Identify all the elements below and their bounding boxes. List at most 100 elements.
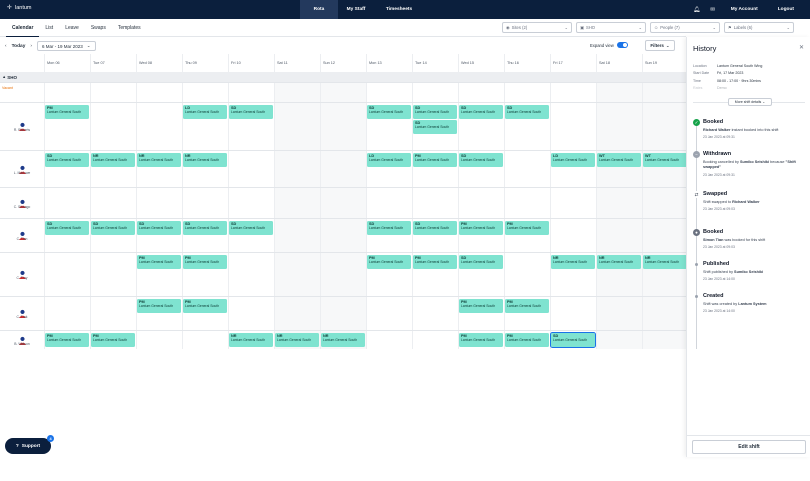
shift-card[interactable]: PM Lantum General South: [183, 299, 227, 313]
shift-card[interactable]: SD Lantum General South: [183, 221, 227, 235]
shift-card[interactable]: PM Lantum General South: [505, 221, 549, 235]
shift-card[interactable]: PM Lantum General South: [413, 255, 457, 269]
shift-location: Lantum General South: [461, 260, 496, 264]
tab-leave[interactable]: Leave: [59, 19, 85, 37]
employee-cell[interactable]: C. Troy: [2, 266, 42, 280]
shift-card[interactable]: SD Lantum General South: [413, 221, 457, 235]
shift-card[interactable]: PM Lantum General South: [367, 255, 411, 269]
support-button[interactable]: ? Support 4: [5, 435, 54, 454]
shift-details: Location Lantum General South Wing Start D…: [693, 62, 805, 92]
expand-view-toggle[interactable]: [616, 42, 628, 48]
next-period-chevron-icon[interactable]: ›: [30, 44, 32, 49]
shift-location: Lantum General South: [277, 338, 312, 342]
employee-cell[interactable]: C. Sinsago: [2, 195, 42, 209]
notifications-bell-icon[interactable]: 🔔︎: [689, 7, 705, 13]
tab-calendar[interactable]: Calendar: [6, 19, 40, 37]
shift-card[interactable]: SD Lantum General South: [413, 120, 457, 134]
shift-card[interactable]: PM Lantum General South: [91, 333, 135, 347]
filter-select-1[interactable]: ◉ Sites (2) ⌄: [502, 22, 572, 33]
shift-card[interactable]: SD Lantum General South: [45, 221, 89, 235]
day-header: Thu 09: [182, 54, 228, 72]
shift-location: Lantum General South: [415, 110, 450, 114]
filter-select-4[interactable]: ⚑ Labels (6) ⌄: [724, 22, 794, 33]
employee-cell[interactable]: R. Roberts: [2, 118, 42, 132]
shift-card[interactable]: SD Lantum General South: [459, 255, 503, 269]
shift-card[interactable]: NR Lantum General South: [137, 153, 181, 167]
filter-select-2[interactable]: ▣ SHO ⌄: [576, 22, 646, 33]
filter-selects: ◉ Sites (2) ⌄ ▣ SHO ⌄ ☺ People (7) ⌄ ⚑ Labels (6) ⌄: [502, 22, 794, 33]
shift-card[interactable]: SD Lantum General South: [550, 332, 596, 348]
shift-card[interactable]: PM Lantum General South: [45, 105, 89, 119]
shift-card[interactable]: NR Lantum General South: [275, 333, 319, 347]
support-label: Support: [21, 443, 41, 449]
shift-card[interactable]: NR Lantum General South: [551, 255, 595, 269]
close-icon[interactable]: ✕: [799, 44, 804, 51]
shift-card[interactable]: NR Lantum General South: [183, 153, 227, 167]
more-shift-details-button[interactable]: More shift details ⌄: [728, 98, 772, 106]
shift-card[interactable]: SD Lantum General South: [413, 105, 457, 119]
filter-select-3[interactable]: ☺ People (7) ⌄: [650, 22, 720, 33]
shift-card[interactable]: PM Lantum General South: [505, 299, 549, 313]
row-divider: [0, 102, 686, 103]
messages-icon[interactable]: ✉: [705, 7, 721, 13]
tab-swaps[interactable]: Swaps: [85, 19, 112, 37]
shift-card[interactable]: SD Lantum General South: [367, 221, 411, 235]
shift-card[interactable]: NR Lantum General South: [91, 153, 135, 167]
group-header-sho[interactable]: ▴ SHO: [0, 72, 686, 82]
shift-location: Lantum General South: [461, 226, 496, 230]
shift-location: Lantum General South: [461, 158, 496, 162]
date-navigation-bar: ‹ Today › 6 Mar - 19 Mar 2023 ⌄ Expand v…: [0, 37, 686, 54]
shift-card[interactable]: PM Lantum General South: [45, 333, 89, 347]
shift-card[interactable]: SD Lantum General South: [137, 221, 181, 235]
my-account-link[interactable]: My Account: [721, 7, 774, 12]
today-button[interactable]: Today: [12, 44, 26, 49]
logout-link[interactable]: Logout: [774, 7, 810, 12]
shift-card[interactable]: SD Lantum General South: [91, 221, 135, 235]
shift-card[interactable]: SD Lantum General South: [229, 221, 273, 235]
shift-card[interactable]: PM Lantum General South: [459, 299, 503, 313]
shift-card[interactable]: SD Lantum General South: [367, 105, 411, 119]
shift-card[interactable]: LD Lantum General South: [367, 153, 411, 167]
app-logo[interactable]: ✛ lantum: [7, 5, 32, 11]
shift-card[interactable]: NR Lantum General South: [597, 255, 641, 269]
edit-shift-button[interactable]: Edit shift: [692, 440, 806, 454]
column-divider: [596, 82, 597, 349]
event-description: Booking cancelled by Sumiko Seishiki bec…: [703, 160, 808, 170]
prev-period-chevron-icon[interactable]: ‹: [5, 44, 7, 49]
employee-cell[interactable]: C. Tian: [2, 227, 42, 241]
employee-cell[interactable]: C. Turk: [2, 305, 42, 319]
shift-card[interactable]: WT Lantum General South: [597, 153, 641, 167]
shift-location: Lantum General South: [507, 226, 542, 230]
date-range-picker[interactable]: 6 Mar - 19 Mar 2023 ⌄: [37, 41, 96, 51]
shift-card[interactable]: WT Lantum General South: [643, 153, 687, 167]
shift-card[interactable]: LD Lantum General South: [551, 153, 595, 167]
shift-card[interactable]: PM Lantum General South: [183, 255, 227, 269]
tab-list[interactable]: List: [39, 19, 59, 37]
shift-card[interactable]: NR Lantum General South: [321, 333, 365, 347]
shift-card[interactable]: SD Lantum General South: [229, 105, 273, 119]
shift-location: Lantum General South: [507, 338, 542, 342]
shift-card[interactable]: PM Lantum General South: [137, 299, 181, 313]
shift-card[interactable]: SD Lantum General South: [45, 153, 89, 167]
nav-item-timesheets[interactable]: Timesheets: [374, 0, 424, 19]
shift-card[interactable]: NR Lantum General South: [643, 255, 687, 269]
shift-card[interactable]: SD Lantum General South: [505, 105, 549, 119]
shift-card[interactable]: PM Lantum General South: [505, 333, 549, 347]
shift-card[interactable]: SD Lantum General South: [459, 105, 503, 119]
shift-card[interactable]: SD Lantum General South: [459, 153, 503, 167]
shift-card[interactable]: LD Lantum General South: [183, 105, 227, 119]
detail-row: Start Date Fri, 17 Mar 2023: [693, 70, 805, 78]
tab-templates[interactable]: Templates: [112, 19, 147, 37]
shift-card[interactable]: PM Lantum General South: [413, 153, 457, 167]
nav-item-my-staff[interactable]: My Staff: [338, 0, 374, 19]
shift-card[interactable]: NR Lantum General South: [229, 333, 273, 347]
shift-card[interactable]: PM Lantum General South: [459, 333, 503, 347]
shift-card[interactable]: PM Lantum General South: [459, 221, 503, 235]
shift-card[interactable]: PM Lantum General South: [137, 255, 181, 269]
column-divider: [366, 82, 367, 349]
employee-cell[interactable]: B. Watson: [2, 332, 42, 346]
employee-name: B. Watson: [14, 341, 30, 346]
employee-cell[interactable]: L. Marlowe: [2, 161, 42, 175]
filters-button[interactable]: Filters ⌄: [645, 40, 675, 51]
nav-item-rota[interactable]: Rota: [300, 0, 338, 19]
